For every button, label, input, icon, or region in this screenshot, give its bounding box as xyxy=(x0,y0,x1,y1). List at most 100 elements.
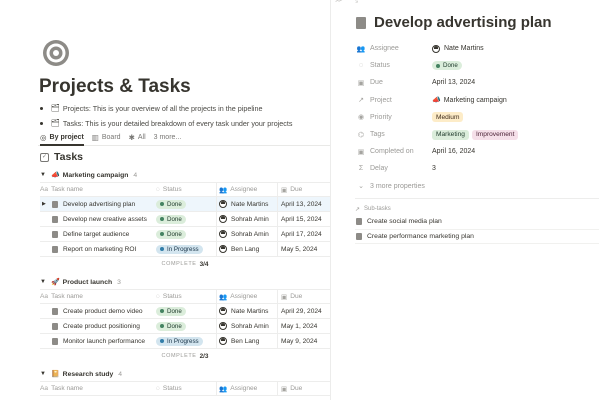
toggle-down-icon[interactable]: ▼ xyxy=(40,371,46,377)
group-completion: COMPLETE 2/3 xyxy=(40,349,330,363)
status-badge[interactable]: Done xyxy=(156,214,186,224)
group-header[interactable]: ▼ 🚀 Product launch 3 xyxy=(40,275,330,289)
subtask-name[interactable]: Create social media plan xyxy=(367,218,442,225)
status-icon: ◌ xyxy=(156,186,160,193)
group-count: 4 xyxy=(118,370,123,378)
property-due[interactable]: ▣ Due April 13, 2024 xyxy=(356,74,596,91)
assignee-name: Nate Martins xyxy=(231,307,269,315)
subtask-name[interactable]: Create performance marketing plan xyxy=(367,233,474,240)
status-text: Done xyxy=(167,200,182,208)
property-value[interactable]: Nate Martins xyxy=(444,45,484,52)
view-tabs: ◎ By project ▥ Board ✱ All 3 more... xyxy=(40,131,189,143)
column-label: Status xyxy=(162,385,182,392)
property-completed-on[interactable]: ▣ Completed on April 16, 2024 xyxy=(356,143,596,160)
people-icon: 👥 xyxy=(219,293,228,301)
description-list: 🗂 Projects: This is your overview of all… xyxy=(40,101,330,131)
calendar-icon: ▣ xyxy=(357,148,365,156)
status-badge[interactable]: Done xyxy=(156,229,186,239)
table-row[interactable]: Create product demo video Done Nate Mart… xyxy=(40,304,330,319)
table-row[interactable]: ▶ Develop advertising plan Done Nate Mar… xyxy=(40,197,330,212)
panel-title-text[interactable]: Develop advertising plan xyxy=(374,14,552,31)
column-header-task-name[interactable]: Aa Task name xyxy=(40,385,156,392)
table-row[interactable]: Define target audience Done Sohrab Amin … xyxy=(40,227,330,242)
property-value[interactable]: April 16, 2024 xyxy=(432,148,475,155)
toggle-down-icon[interactable]: ▼ xyxy=(40,279,46,285)
rocket-icon: 🚀 xyxy=(50,279,60,286)
group-header[interactable]: ▼ 📣 Marketing campaign 4 xyxy=(40,168,330,182)
avatar xyxy=(219,337,227,345)
megaphone-icon: 📣 xyxy=(432,97,441,105)
panel-title[interactable]: Develop advertising plan xyxy=(356,14,552,31)
tab-all[interactable]: ✱ All xyxy=(129,133,146,142)
panel-toolbar-icons[interactable]: ≫ ⤡ xyxy=(335,0,361,5)
table-row[interactable]: Create product positioning Done Sohrab A… xyxy=(40,319,330,334)
group-product-launch: ▼ 🚀 Product launch 3 Aa Task name ◌ Status… xyxy=(40,275,330,363)
column-header-status[interactable]: ◌ Status xyxy=(156,293,216,300)
priority-icon: ◉ xyxy=(357,114,365,122)
tab-board[interactable]: ▥ Board xyxy=(92,133,121,142)
group-count: 4 xyxy=(133,171,138,179)
status-badge[interactable]: Done xyxy=(432,61,462,71)
table-header: Aa Task name ◌ Status 👥 Assignee ▣ Due xyxy=(40,182,330,197)
table-row[interactable]: Develop new creative assets Done Sohrab … xyxy=(40,212,330,227)
property-value[interactable]: 3 xyxy=(432,165,436,172)
toggle-down-icon[interactable]: ▼ xyxy=(40,172,46,178)
tasks-page: Projects & Tasks 🗂 Projects: This is you… xyxy=(0,0,330,400)
task-name[interactable]: Monitor launch performance xyxy=(63,338,145,345)
column-header-status[interactable]: ◌ Status xyxy=(156,385,216,392)
tag-chip[interactable]: Marketing xyxy=(432,129,469,140)
task-name[interactable]: Create product demo video xyxy=(63,308,143,315)
task-name[interactable]: Create product positioning xyxy=(63,323,140,330)
property-value[interactable]: April 13, 2024 xyxy=(432,79,475,86)
status-badge[interactable]: In Progress xyxy=(156,336,203,346)
column-header-task-name[interactable]: Aa Task name xyxy=(40,186,156,193)
tag-chip[interactable]: Improvement xyxy=(471,129,519,140)
column-header-due[interactable]: ▣ Due xyxy=(278,293,330,301)
group-header[interactable]: ▼ 📔 Research study 4 xyxy=(40,367,330,381)
task-name[interactable]: Define target audience xyxy=(63,231,129,238)
status-badge[interactable]: Done xyxy=(156,306,186,316)
subtask-item[interactable]: Create performance marketing plan xyxy=(355,230,599,244)
subtask-item[interactable]: Create social media plan xyxy=(355,215,599,230)
column-header-status[interactable]: ◌ Status xyxy=(156,186,216,193)
status-badge[interactable]: Done xyxy=(156,199,186,209)
table-row[interactable]: Monitor launch performance In Progress B… xyxy=(40,334,330,349)
more-views-button[interactable]: 3 more... xyxy=(154,134,182,141)
page-icon xyxy=(52,337,58,345)
column-header-due[interactable]: ▣ Due xyxy=(278,385,330,393)
property-value[interactable]: Marketing campaign xyxy=(444,97,507,104)
page-icon xyxy=(52,307,58,315)
task-name[interactable]: Report on marketing ROI xyxy=(63,246,136,253)
tab-by-project[interactable]: ◎ By project xyxy=(40,133,84,142)
column-header-assignee[interactable]: 👥 Assignee xyxy=(216,183,278,196)
avatar xyxy=(219,230,227,238)
column-header-task-name[interactable]: Aa Task name xyxy=(40,293,156,300)
description-text: Projects: This is your overview of all t… xyxy=(62,103,263,113)
page-title: Projects & Tasks xyxy=(39,76,191,97)
property-delay[interactable]: Σ Delay 3 xyxy=(356,160,596,177)
status-badge[interactable]: Done xyxy=(156,321,186,331)
expand-arrow-icon[interactable]: ▶ xyxy=(42,201,46,207)
status-badge[interactable]: In Progress xyxy=(156,244,203,254)
column-label: Due xyxy=(290,385,303,392)
task-name[interactable]: Develop new creative assets xyxy=(63,216,147,223)
board-icon: ▥ xyxy=(91,132,99,142)
tag-icon: ⌬ xyxy=(357,131,365,139)
column-header-assignee[interactable]: 👥 Assignee xyxy=(216,382,278,395)
more-properties-label: 3 more properties xyxy=(370,182,425,190)
property-assignee[interactable]: 👥 Assignee Nate Martins xyxy=(356,40,596,57)
table-row[interactable]: Report on marketing ROI In Progress Ben … xyxy=(40,242,330,257)
property-tags[interactable]: ⌬ Tags Marketing Improvement xyxy=(356,126,596,143)
property-priority[interactable]: ◉ Priority Medium xyxy=(356,109,596,126)
database-title[interactable]: ✓ Tasks xyxy=(40,151,83,163)
property-status[interactable]: ◌ Status Done xyxy=(356,57,596,74)
status-text: Done xyxy=(167,307,182,315)
property-project[interactable]: ↗ Project 📣 Marketing campaign xyxy=(356,92,596,109)
column-header-due[interactable]: ▣ Due xyxy=(278,186,330,194)
divider xyxy=(355,198,599,199)
column-header-assignee[interactable]: 👥 Assignee xyxy=(216,290,278,303)
task-name[interactable]: Develop advertising plan xyxy=(63,201,135,208)
more-properties-toggle[interactable]: ⌄ 3 more properties xyxy=(356,178,596,195)
priority-tag[interactable]: Medium xyxy=(432,112,464,123)
column-label: Assignee xyxy=(230,385,258,392)
